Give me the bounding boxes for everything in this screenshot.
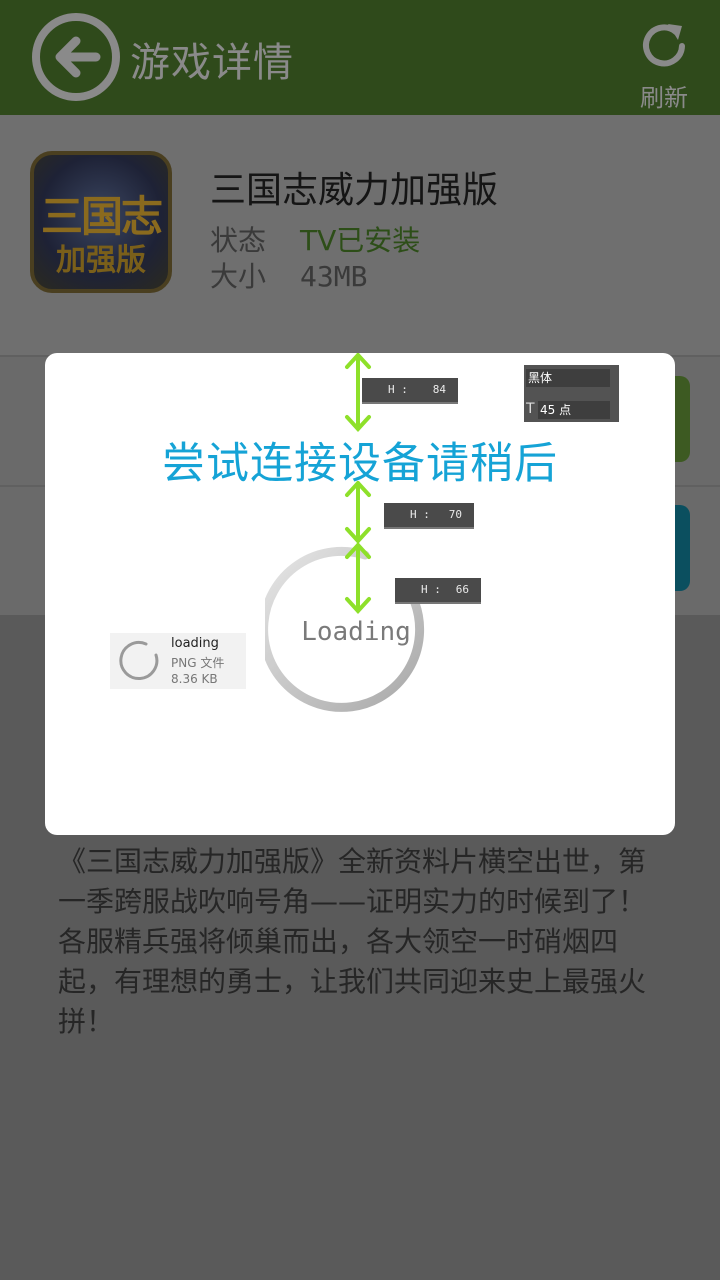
- file-size: 8.36 KB: [171, 672, 218, 686]
- double-arrow-icon: [345, 543, 371, 614]
- font-name: 黑体: [526, 369, 610, 387]
- refresh-button[interactable]: 刷新: [628, 18, 700, 112]
- status-value: TV已安装: [300, 224, 421, 257]
- page-title: 游戏详情: [130, 40, 294, 86]
- file-name: loading: [171, 636, 219, 651]
- refresh-label: 刷新: [640, 84, 688, 112]
- status-label: 状态: [210, 224, 267, 257]
- app-icon-subtitle: 加强版: [56, 243, 146, 278]
- size-value: 43MB: [300, 260, 368, 293]
- text-size-icon: T: [526, 401, 535, 417]
- measure-label: H : 70: [384, 503, 474, 529]
- double-arrow-icon: [345, 481, 371, 544]
- back-arrow-icon: [32, 13, 120, 101]
- loading-text: Loading: [301, 617, 411, 647]
- file-thumbnail: loading PNG 文件 8.36 KB: [110, 633, 246, 689]
- back-button[interactable]: [30, 11, 122, 103]
- measure-label: H : 66: [395, 578, 481, 604]
- measure-label: H : 84: [362, 378, 458, 404]
- file-type: PNG 文件: [171, 656, 225, 670]
- refresh-icon: [643, 24, 685, 67]
- game-description: 《三国志威力加强版》全新资料片横空出世，第一季跨服战吹响号角——证明实力的时候到…: [58, 845, 647, 1038]
- app-header: 游戏详情 刷新: [0, 0, 720, 115]
- status-row: 状态 TV已安装: [210, 219, 420, 259]
- app-icon: 三国志 加强版: [30, 151, 172, 293]
- font-panel: 黑体 T 45 点: [524, 365, 619, 422]
- app-info-section: 三国志 加强版 三国志威力加强版 状态 TV已安装 大小 43MB: [0, 115, 720, 355]
- app-name: 三国志威力加强版: [210, 170, 499, 211]
- loading-file-icon: [119, 641, 159, 680]
- double-arrow-icon: [345, 353, 371, 432]
- connecting-dialog: 尝试连接设备请稍后 Loading H : 84 H : 70 H : 66 黑…: [45, 353, 675, 835]
- size-label: 大小: [210, 260, 267, 293]
- size-row: 大小 43MB: [210, 255, 367, 295]
- font-size: 45 点: [538, 401, 610, 419]
